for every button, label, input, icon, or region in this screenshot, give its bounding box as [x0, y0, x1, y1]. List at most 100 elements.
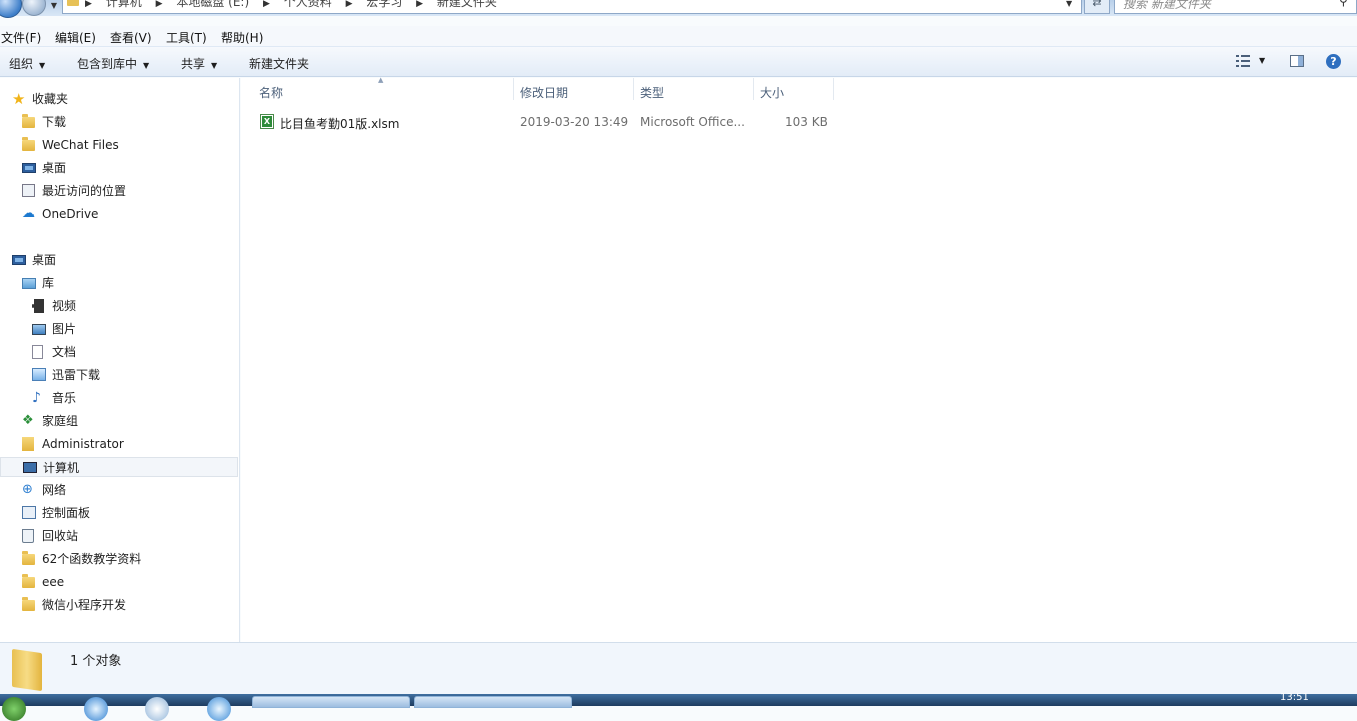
homegroup-icon: ❖: [22, 413, 34, 428]
nav-item-functions-folder[interactable]: 62个函数教学资料: [22, 549, 222, 569]
pinned-app-icon[interactable]: [207, 697, 231, 721]
chevron-down-icon: ▼: [39, 61, 46, 70]
clock[interactable]: 13:51: [1280, 692, 1309, 703]
help-icon[interactable]: ?: [1326, 54, 1341, 69]
nav-label: 计算机: [43, 461, 80, 475]
menu-view[interactable]: 查看(V): [110, 29, 152, 46]
breadcrumb-item[interactable]: 个人资料: [284, 0, 332, 9]
nav-item-music[interactable]: ♪ 音乐: [32, 388, 222, 408]
folder-icon: [67, 0, 79, 6]
nav-item-computer[interactable]: 计算机: [0, 457, 238, 477]
share-button[interactable]: 共享 ▼: [181, 55, 217, 72]
back-button[interactable]: [0, 0, 22, 18]
breadcrumb-separator-icon[interactable]: ▶: [416, 0, 423, 9]
folder-icon: [12, 648, 42, 692]
object-count: 1 个对象: [70, 654, 122, 669]
view-options-icon[interactable]: [1236, 55, 1250, 67]
breadcrumb-separator-icon[interactable]: ▶: [346, 0, 353, 9]
breadcrumb-item[interactable]: 计算机: [106, 0, 142, 9]
forward-button[interactable]: [22, 0, 46, 16]
command-toolbar: 组织 ▼ 包含到库中 ▼ 共享 ▼ 新建文件夹 ▼ ?: [0, 46, 1357, 77]
nav-item-recent-places[interactable]: 最近访问的位置: [22, 181, 222, 201]
new-folder-button[interactable]: 新建文件夹: [249, 55, 309, 72]
view-dropdown-icon[interactable]: ▼: [1259, 56, 1265, 65]
recent-pages-dropdown-icon[interactable]: ▼: [48, 0, 60, 14]
share-label: 共享: [181, 57, 206, 71]
pinned-app-icon[interactable]: [84, 697, 108, 721]
column-divider[interactable]: [513, 78, 514, 100]
taskbar-window-button[interactable]: [414, 696, 572, 708]
file-size: 103 KB: [785, 115, 828, 129]
breadcrumb-separator-icon: ▶: [85, 0, 92, 9]
taskbar-explorer-button[interactable]: [252, 696, 410, 708]
file-type: Microsoft Office...: [640, 115, 745, 129]
start-button[interactable]: [2, 697, 26, 721]
address-dropdown-icon[interactable]: ▼: [1066, 0, 1080, 8]
organize-label: 组织: [9, 57, 34, 71]
preview-pane-icon[interactable]: [1290, 55, 1304, 67]
file-name[interactable]: 比目鱼考勤01版.xlsm: [280, 115, 399, 132]
desktop-icon: [22, 163, 36, 173]
search-icon[interactable]: ⚲: [1339, 0, 1348, 8]
nav-item-administrator[interactable]: Administrator: [22, 434, 222, 454]
nav-library[interactable]: 库: [22, 273, 222, 293]
menu-file[interactable]: 文件(F): [1, 29, 41, 46]
cloud-icon: ☁: [22, 206, 35, 221]
include-library-label: 包含到库中: [77, 57, 138, 71]
nav-item-desktop-fav[interactable]: 桌面: [22, 158, 222, 178]
nav-item-onedrive[interactable]: ☁ OneDrive: [22, 204, 222, 224]
nav-favorites[interactable]: ★ 收藏夹: [12, 89, 212, 109]
chevron-down-icon: ▼: [211, 61, 218, 70]
nav-item-miniprogram[interactable]: 微信小程序开发: [22, 595, 222, 615]
excel-file-icon: [260, 114, 274, 129]
taskbar: 13:51: [0, 692, 1357, 721]
menu-edit[interactable]: 编辑(E): [55, 29, 96, 46]
nav-label: 音乐: [52, 391, 77, 405]
folder-icon: [22, 551, 35, 565]
include-library-button[interactable]: 包含到库中 ▼: [77, 55, 149, 72]
column-header-modified[interactable]: 修改日期: [520, 84, 568, 101]
column-divider[interactable]: [633, 78, 634, 100]
nav-item-downloads[interactable]: 下载: [22, 112, 222, 132]
nav-item-pictures[interactable]: 图片: [32, 319, 222, 339]
column-header-type[interactable]: 类型: [640, 84, 664, 101]
nav-item-thunder-downloads[interactable]: 迅雷下载: [32, 365, 222, 385]
nav-desktop[interactable]: 桌面: [12, 250, 212, 270]
nav-label: 文档: [52, 345, 77, 359]
nav-item-homegroup[interactable]: ❖ 家庭组: [22, 411, 222, 431]
menu-help[interactable]: 帮助(H): [221, 29, 263, 46]
breadcrumb-item[interactable]: 新建文件夹: [437, 0, 497, 9]
column-divider[interactable]: [833, 78, 834, 100]
breadcrumb-item[interactable]: 宏学习: [366, 0, 402, 9]
breadcrumb-separator-icon[interactable]: ▶: [156, 0, 163, 9]
nav-item-control-panel[interactable]: 控制面板: [22, 503, 222, 523]
library-icon: [22, 278, 36, 289]
breadcrumb: ▶ 计算机 ▶ 本地磁盘 (E:) ▶ 个人资料 ▶ 宏学习 ▶ 新建文件夹: [85, 0, 507, 10]
search-input[interactable]: 搜索 新建文件夹 ⚲: [1114, 0, 1357, 14]
nav-item-network[interactable]: ⊕ 网络: [22, 480, 222, 500]
nav-label: 下载: [42, 115, 67, 129]
nav-label: 视频: [52, 299, 77, 313]
column-header-name[interactable]: 名称: [259, 84, 283, 101]
breadcrumb-separator-icon[interactable]: ▶: [263, 0, 270, 9]
nav-item-documents[interactable]: 文档: [32, 342, 222, 362]
breadcrumb-item[interactable]: 本地磁盘 (E:): [176, 0, 249, 9]
column-header-size[interactable]: 大小: [760, 84, 784, 101]
pinned-app-icon[interactable]: [145, 697, 169, 721]
control-panel-icon: [22, 506, 36, 519]
nav-label: 收藏夹: [32, 92, 69, 106]
menu-tools[interactable]: 工具(T): [166, 29, 207, 46]
organize-button[interactable]: 组织 ▼: [9, 55, 45, 72]
navigation-pane: ★ 收藏夹 下载 WeChat Files 桌面 最近访问的位置 ☁ OneDr…: [0, 78, 240, 642]
nav-item-recycle-bin[interactable]: 回收站: [22, 526, 222, 546]
column-divider[interactable]: [753, 78, 754, 100]
nav-label: 迅雷下载: [52, 368, 101, 382]
address-box[interactable]: ▶ 计算机 ▶ 本地磁盘 (E:) ▶ 个人资料 ▶ 宏学习 ▶ 新建文件夹: [62, 0, 1082, 14]
nav-item-eee[interactable]: eee: [22, 572, 222, 592]
nav-label: 最近访问的位置: [42, 184, 127, 198]
folder-icon: [22, 114, 35, 128]
refresh-button[interactable]: ⇄: [1084, 0, 1110, 14]
nav-item-wechat-files[interactable]: WeChat Files: [22, 135, 222, 155]
file-list: ▲ 名称 修改日期 类型 大小 比目鱼考勤01版.xlsm 2019-03-20…: [241, 76, 1357, 642]
nav-item-videos[interactable]: 视频: [32, 296, 222, 316]
